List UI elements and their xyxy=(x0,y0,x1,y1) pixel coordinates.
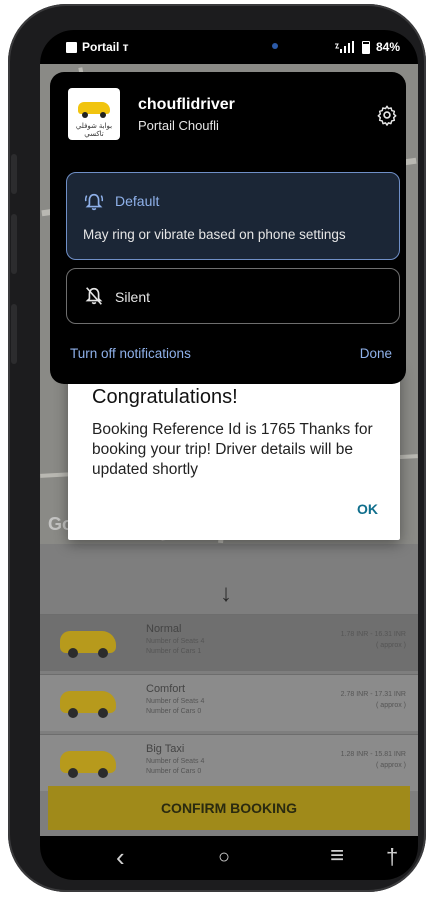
notification-settings-panel: بوابة شوفلي تاكسي chouflidriver Portail … xyxy=(50,72,406,384)
car-option-comfort[interactable]: Comfort Number of Seats 4 Number of Cars… xyxy=(40,674,418,731)
car-count: Number of Cars 1 xyxy=(146,648,202,655)
notification-square-icon xyxy=(66,41,77,53)
car-price: 1.78 INR - 16.31 INR ( approx ) xyxy=(341,629,406,651)
car-count: Number of Cars 0 xyxy=(146,708,202,715)
front-camera xyxy=(272,43,278,49)
car-count: Number of Cars 0 xyxy=(146,768,202,775)
volume-button xyxy=(11,214,17,274)
status-bar: Portail т 84% xyxy=(40,30,418,64)
car-price: 2.78 INR - 17.31 INR ( approx ) xyxy=(341,689,406,711)
car-option-big-taxi[interactable]: Big Taxi Number of Seats 4 Number of Car… xyxy=(40,734,418,791)
power-button xyxy=(11,304,17,364)
booking-confirmation-dialog: Congratulations! Booking Reference Id is… xyxy=(68,366,400,540)
gear-icon[interactable] xyxy=(376,104,398,126)
car-icon xyxy=(60,751,116,778)
price-approx: ( approx ) xyxy=(376,762,406,769)
phone-frame: Portail т 84% ↓ Normal Number of Seats 4… xyxy=(8,4,426,892)
done-button[interactable]: Done xyxy=(360,346,392,361)
car-meta: Number of Seats 4 Number of Cars 0 xyxy=(146,697,204,717)
option-label: Silent xyxy=(115,289,151,305)
confirm-booking-button[interactable]: CONFIRM BOOKING xyxy=(48,786,410,830)
option-description: May ring or vibrate based on phone setti… xyxy=(83,227,346,242)
option-label: Default xyxy=(115,193,160,209)
price-range: 2.78 INR - 17.31 INR xyxy=(340,691,406,698)
signal-icon xyxy=(334,41,354,53)
dialog-ok-button[interactable]: OK xyxy=(357,501,378,517)
notification-option-silent[interactable]: Silent xyxy=(66,268,400,324)
price-range: 1.78 INR - 16.31 INR xyxy=(340,631,406,638)
car-option-normal[interactable]: Normal Number of Seats 4 Number of Cars … xyxy=(40,614,418,671)
car-name: Normal xyxy=(146,623,182,635)
arrow-down-icon: ↓ xyxy=(220,580,232,607)
car-icon xyxy=(60,631,116,658)
car-price: 1.28 INR - 15.81 INR ( approx ) xyxy=(341,749,406,771)
price-approx: ( approx ) xyxy=(376,642,406,649)
car-seats: Number of Seats 4 xyxy=(146,638,205,645)
car-seats: Number of Seats 4 xyxy=(146,698,205,705)
car-meta: Number of Seats 4 Number of Cars 0 xyxy=(146,757,204,777)
app-icon-text: بوابة شوفلي تاكسي xyxy=(75,123,113,138)
notification-option-default[interactable]: Default May ring or vibrate based on pho… xyxy=(66,172,400,260)
dialog-message: Booking Reference Id is 1765 Thanks for … xyxy=(92,421,373,478)
taxi-icon xyxy=(78,102,110,118)
car-name: Comfort xyxy=(146,683,186,695)
home-icon[interactable]: ○ xyxy=(218,846,230,869)
price-approx: ( approx ) xyxy=(376,702,406,709)
car-seats: Number of Seats 4 xyxy=(146,758,205,765)
status-app-label: Portail т xyxy=(82,40,129,54)
car-name: Big Taxi xyxy=(146,743,185,755)
app-subtitle: Portail Choufli xyxy=(138,118,219,133)
navigation-bar: ‹ ○ ≡ † xyxy=(40,836,418,880)
price-range: 1.28 INR - 15.81 INR xyxy=(340,751,406,758)
app-icon: بوابة شوفلي تاكسي xyxy=(68,88,120,140)
dialog-title: Congratulations! xyxy=(92,386,238,408)
bell-ringing-icon xyxy=(84,193,104,211)
turn-off-notifications-link[interactable]: Turn off notifications xyxy=(70,346,191,361)
bell-off-icon xyxy=(85,287,103,305)
app-name: chouflidriver xyxy=(138,96,235,113)
back-icon[interactable]: ‹ xyxy=(116,842,125,873)
battery-level: 84% xyxy=(375,40,400,54)
accessibility-icon[interactable]: † xyxy=(386,844,398,870)
car-meta: Number of Seats 4 Number of Cars 1 xyxy=(146,637,204,657)
battery-icon xyxy=(361,40,370,54)
car-icon xyxy=(60,691,116,718)
screen: Portail т 84% ↓ Normal Number of Seats 4… xyxy=(40,30,418,880)
recents-icon[interactable]: ≡ xyxy=(330,842,344,870)
volume-button xyxy=(11,154,17,194)
